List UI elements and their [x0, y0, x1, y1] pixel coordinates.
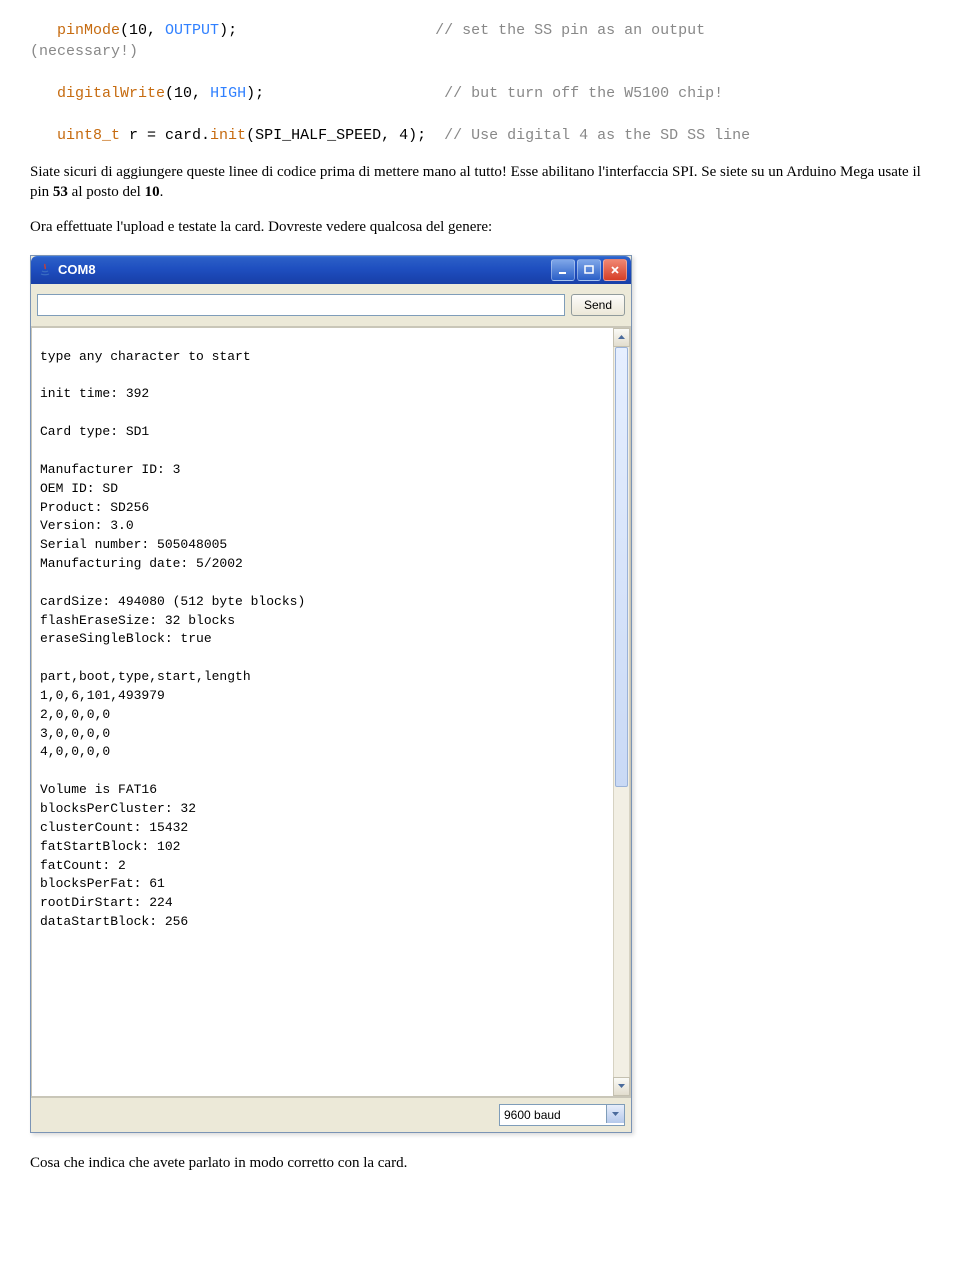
p1-bold-10: 10 — [145, 184, 160, 200]
code-block: pinMode(10, OUTPUT); // set the SS pin a… — [30, 20, 930, 146]
p1-text: Siate sicuri di aggiungere queste linee … — [30, 164, 921, 200]
code-t: (SPI_HALF_SPEED, 4); — [246, 127, 426, 144]
window-title: COM8 — [58, 262, 551, 277]
serial-monitor-window: COM8 Send type any character to start in… — [30, 255, 632, 1133]
close-button[interactable] — [603, 259, 627, 281]
p1-bold-53: 53 — [53, 184, 68, 200]
code-comment: // set the SS pin as an output — [435, 22, 705, 39]
code-const: OUTPUT — [165, 22, 219, 39]
code-t: (10, — [120, 22, 165, 39]
code-comment: (necessary!) — [30, 43, 138, 60]
terminal-pane: type any character to start init time: 3… — [31, 327, 631, 1097]
window-buttons — [551, 259, 627, 281]
code-const: HIGH — [210, 85, 246, 102]
terminal-output: type any character to start init time: 3… — [32, 328, 630, 1096]
status-bar: 9600 baud — [31, 1097, 631, 1132]
code-fn: pinMode — [57, 22, 120, 39]
code-t: ); — [219, 22, 237, 39]
code-fn: init — [210, 127, 246, 144]
send-button[interactable]: Send — [571, 294, 625, 316]
maximize-button[interactable] — [577, 259, 601, 281]
code-type: uint8_t — [57, 127, 120, 144]
java-icon — [37, 262, 53, 278]
code-t: ); — [246, 85, 264, 102]
scroll-down-button[interactable] — [613, 1077, 630, 1096]
code-fn: digitalWrite — [57, 85, 165, 102]
scroll-thumb[interactable] — [615, 347, 628, 787]
scroll-up-button[interactable] — [613, 328, 630, 347]
vertical-scrollbar[interactable] — [613, 328, 630, 1096]
p1-end: . — [160, 184, 164, 200]
chevron-down-icon[interactable] — [606, 1105, 624, 1123]
paragraph-1: Siate sicuri di aggiungere queste linee … — [30, 162, 930, 203]
titlebar[interactable]: COM8 — [31, 256, 631, 284]
send-toolbar: Send — [31, 284, 631, 327]
code-t: (10, — [165, 85, 210, 102]
scroll-track[interactable] — [613, 347, 630, 1077]
baud-value: 9600 baud — [504, 1108, 561, 1122]
paragraph-2: Ora effettuate l'upload e testate la car… — [30, 217, 930, 237]
code-t: r = card. — [120, 127, 210, 144]
serial-input[interactable] — [37, 294, 565, 316]
code-comment: // Use digital 4 as the SD SS line — [444, 127, 750, 144]
paragraph-3: Cosa che indica che avete parlato in mod… — [30, 1153, 930, 1173]
code-comment: // but turn off the W5100 chip! — [444, 85, 723, 102]
baud-select[interactable]: 9600 baud — [499, 1104, 625, 1126]
minimize-button[interactable] — [551, 259, 575, 281]
p1-mid: al posto del — [68, 184, 145, 200]
